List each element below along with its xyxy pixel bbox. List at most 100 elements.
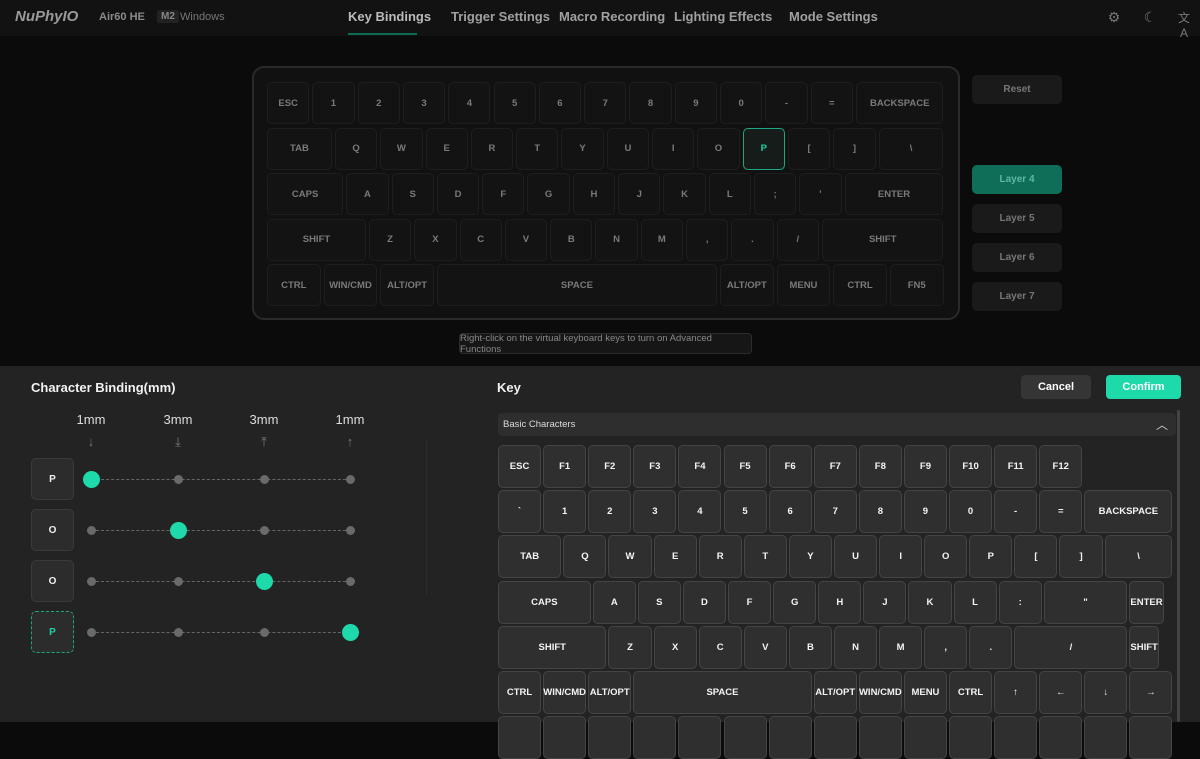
vkey-ctrl[interactable]: CTRL <box>267 264 321 306</box>
vkey-c[interactable]: C <box>459 218 502 261</box>
key-option[interactable]: N <box>833 625 878 669</box>
vkey-enter[interactable]: ENTER <box>844 173 944 215</box>
vkey-v[interactable]: V <box>504 218 548 261</box>
binding-handle[interactable] <box>256 573 273 590</box>
vkey-backspace[interactable]: BACKSPACE <box>855 82 944 124</box>
vkey-[interactable]: \ <box>878 127 944 170</box>
vkey-1[interactable]: 1 <box>312 82 355 124</box>
layer-7-button[interactable]: Layer 7 <box>972 282 1062 311</box>
vkey-[interactable]: ; <box>753 173 797 215</box>
cancel-button[interactable]: Cancel <box>1021 375 1091 399</box>
vkey-k[interactable]: K <box>663 173 706 215</box>
key-option[interactable]: O <box>924 535 968 579</box>
vkey-[interactable]: , <box>686 218 729 261</box>
key-option[interactable]: / <box>1014 625 1128 669</box>
key-option[interactable]: \ <box>1104 535 1173 579</box>
tab-lighting-effects[interactable]: Lighting Effects <box>674 9 772 24</box>
key-option[interactable]: ] <box>1059 535 1103 579</box>
key-option[interactable]: X <box>653 625 697 669</box>
vkey-4[interactable]: 4 <box>448 82 491 124</box>
key-option[interactable]: R <box>698 535 742 579</box>
key-option[interactable]: P <box>969 535 1013 579</box>
vkey-y[interactable]: Y <box>561 127 604 170</box>
vkey-9[interactable]: 9 <box>674 82 717 124</box>
key-option[interactable]: 1 <box>543 490 587 534</box>
vkey-esc[interactable]: ESC <box>267 82 310 124</box>
layer-4-button[interactable]: Layer 4 <box>972 165 1062 194</box>
key-option[interactable]: L <box>953 580 997 624</box>
vkey-8[interactable]: 8 <box>629 82 672 124</box>
vkey-b[interactable]: B <box>550 218 593 261</box>
key-option[interactable]: TAB <box>498 535 562 579</box>
layer-5-button[interactable]: Layer 5 <box>972 204 1062 233</box>
key-option[interactable]: 3 <box>633 490 677 534</box>
vkey-6[interactable]: 6 <box>538 82 582 124</box>
vkey-f[interactable]: F <box>482 173 525 215</box>
key-option[interactable]: ALT/OPT <box>813 671 857 714</box>
key-option[interactable] <box>1084 716 1128 759</box>
key-option[interactable]: F4 <box>678 445 722 488</box>
key-option[interactable]: 2 <box>588 490 632 534</box>
key-option[interactable]: SHIFT <box>498 625 607 669</box>
key-option[interactable]: G <box>773 580 817 624</box>
vkey-i[interactable]: I <box>652 127 695 170</box>
vkey-[interactable]: ' <box>799 173 842 215</box>
key-option[interactable] <box>588 716 632 759</box>
chevron-up-icon[interactable]: ︿ <box>1156 416 1168 433</box>
key-option[interactable]: ↑ <box>994 671 1038 714</box>
key-option[interactable]: F10 <box>949 445 993 488</box>
vkey-space[interactable]: SPACE <box>436 264 717 306</box>
key-option[interactable]: F2 <box>588 445 632 488</box>
key-option[interactable]: S <box>637 580 681 624</box>
binding-point[interactable] <box>87 526 96 535</box>
vkey-d[interactable]: D <box>436 173 480 215</box>
key-option[interactable]: ← <box>1039 671 1083 714</box>
vkey-altopt[interactable]: ALT/OPT <box>720 264 774 306</box>
key-option[interactable]: : <box>998 580 1042 624</box>
vkey-7[interactable]: 7 <box>584 82 627 124</box>
key-option[interactable]: Q <box>563 535 607 579</box>
vkey-5[interactable]: 5 <box>493 82 536 124</box>
vkey-o[interactable]: O <box>697 127 740 170</box>
vkey-s[interactable]: S <box>391 173 434 215</box>
key-option[interactable] <box>813 716 857 759</box>
vkey-wincmd[interactable]: WIN/CMD <box>323 264 378 306</box>
key-option[interactable]: CTRL <box>949 671 993 714</box>
binding-point[interactable] <box>174 577 183 586</box>
binding-point[interactable] <box>260 628 269 637</box>
key-option[interactable]: Y <box>788 535 832 579</box>
key-option[interactable]: 4 <box>678 490 722 534</box>
tab-macro-recording[interactable]: Macro Recording <box>559 9 665 24</box>
key-option[interactable]: V <box>743 625 787 669</box>
key-option[interactable]: " <box>1043 580 1128 624</box>
key-option[interactable]: ` <box>498 490 542 534</box>
vkey-q[interactable]: Q <box>334 127 378 170</box>
key-option[interactable]: WIN/CMD <box>858 671 902 714</box>
key-option[interactable]: 5 <box>723 490 767 534</box>
key-option[interactable]: ALT/OPT <box>588 671 632 714</box>
vkey-altopt[interactable]: ALT/OPT <box>380 264 434 306</box>
binding-handle[interactable] <box>170 522 187 539</box>
vkey-p[interactable]: P <box>742 127 785 170</box>
binding-handle[interactable] <box>342 624 359 641</box>
vkey-r[interactable]: R <box>470 127 514 170</box>
key-option[interactable]: D <box>682 580 726 624</box>
key-option[interactable]: ENTER <box>1129 580 1164 624</box>
key-option[interactable] <box>633 716 677 759</box>
vkey-h[interactable]: H <box>572 173 616 215</box>
vkey-e[interactable]: E <box>425 127 468 170</box>
key-option[interactable]: F8 <box>858 445 902 488</box>
vkey-j[interactable]: J <box>618 173 661 215</box>
vkey-tab[interactable]: TAB <box>267 127 332 170</box>
binding-point[interactable] <box>174 628 183 637</box>
vkey-shift[interactable]: SHIFT <box>267 218 366 261</box>
key-option[interactable]: F <box>728 580 772 624</box>
key-option[interactable]: I <box>879 535 923 579</box>
key-option[interactable]: WIN/CMD <box>543 671 587 714</box>
key-option[interactable]: F3 <box>633 445 677 488</box>
binding-point[interactable] <box>346 577 355 586</box>
binding-key[interactable]: P <box>31 458 74 500</box>
key-option[interactable] <box>678 716 722 759</box>
key-option[interactable]: W <box>608 535 652 579</box>
vkey-l[interactable]: L <box>708 173 751 215</box>
